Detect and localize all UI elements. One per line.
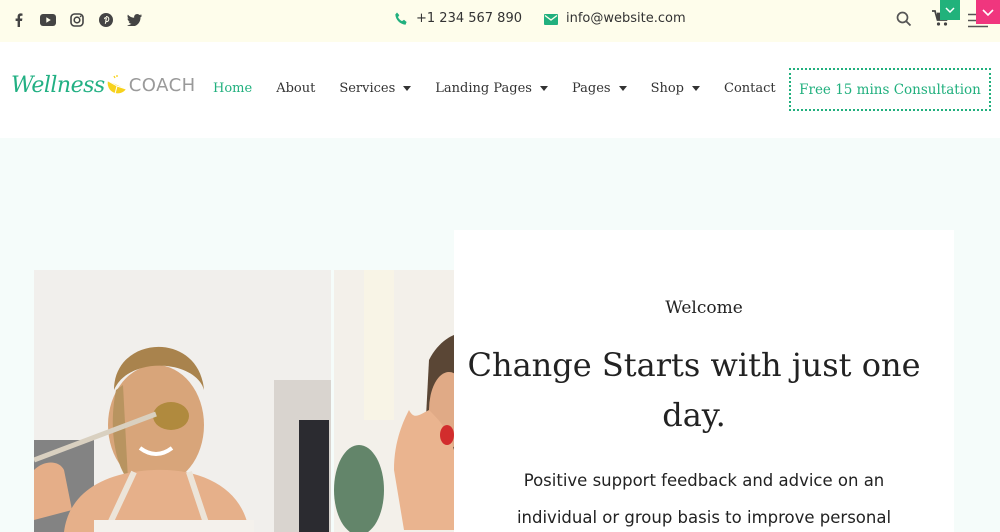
social-links — [10, 11, 143, 28]
welcome-eyebrow: Welcome — [665, 298, 743, 318]
logo-script-text: Wellness — [11, 73, 105, 98]
twitter-icon[interactable] — [126, 11, 143, 28]
nav-label: Shop — [650, 81, 685, 96]
chevron-down-icon — [982, 8, 994, 16]
chevron-down-icon — [945, 7, 955, 13]
nav-label: Pages — [571, 81, 611, 96]
nav-label: Services — [339, 81, 396, 96]
phone-number[interactable]: +1 234 567 890 — [416, 11, 522, 26]
nav-landing-pages[interactable]: Landing Pages — [435, 81, 548, 96]
nav-pages[interactable]: Pages — [572, 81, 627, 96]
site-header: Wellness COACH Home About Services Landi… — [0, 42, 1000, 138]
phone-icon — [394, 12, 408, 26]
main-nav: Home About Services Landing Pages Pages … — [213, 81, 800, 96]
hero-image-woman-ok-gesture — [334, 270, 454, 532]
logo-word: COACH — [128, 75, 196, 96]
pinterest-icon[interactable] — [97, 11, 114, 28]
search-icon[interactable] — [896, 11, 912, 31]
nav-about[interactable]: About — [276, 81, 315, 96]
lemon-icon — [106, 74, 128, 97]
hero-headline: Change Starts with just one day. — [467, 346, 921, 434]
instagram-icon[interactable] — [68, 11, 85, 28]
youtube-icon[interactable] — [39, 11, 56, 28]
caret-down-icon — [692, 86, 701, 91]
contact-info: +1 234 567 890 info@website.com — [394, 11, 686, 26]
free-consultation-button[interactable]: Free 15 mins Consultation — [789, 68, 991, 111]
nav-contact[interactable]: Contact — [724, 81, 776, 96]
email-address[interactable]: info@website.com — [566, 11, 686, 26]
nav-label: Contact — [724, 81, 776, 96]
nav-label: About — [276, 81, 316, 96]
caret-down-icon — [618, 86, 627, 91]
top-bar: +1 234 567 890 info@website.com — [0, 0, 1000, 42]
expand-toggle-green[interactable] — [940, 0, 960, 20]
email-icon — [544, 12, 558, 26]
nav-home[interactable]: Home — [213, 81, 252, 96]
caret-down-icon — [403, 86, 412, 91]
nav-shop[interactable]: Shop — [650, 81, 701, 96]
caret-down-icon — [539, 86, 548, 91]
facebook-icon[interactable] — [10, 11, 27, 28]
welcome-card: Welcome Change Starts with just one day.… — [454, 230, 954, 532]
expand-toggle-pink[interactable] — [976, 0, 1000, 24]
nav-label: Home — [213, 81, 253, 96]
hero-image-woman-spoon — [34, 270, 331, 532]
nav-label: Landing Pages — [435, 81, 532, 96]
hero-paragraph: Positive support feedback and advice on … — [516, 471, 892, 527]
logo[interactable]: Wellness COACH — [11, 73, 196, 98]
nav-services[interactable]: Services — [339, 81, 412, 96]
